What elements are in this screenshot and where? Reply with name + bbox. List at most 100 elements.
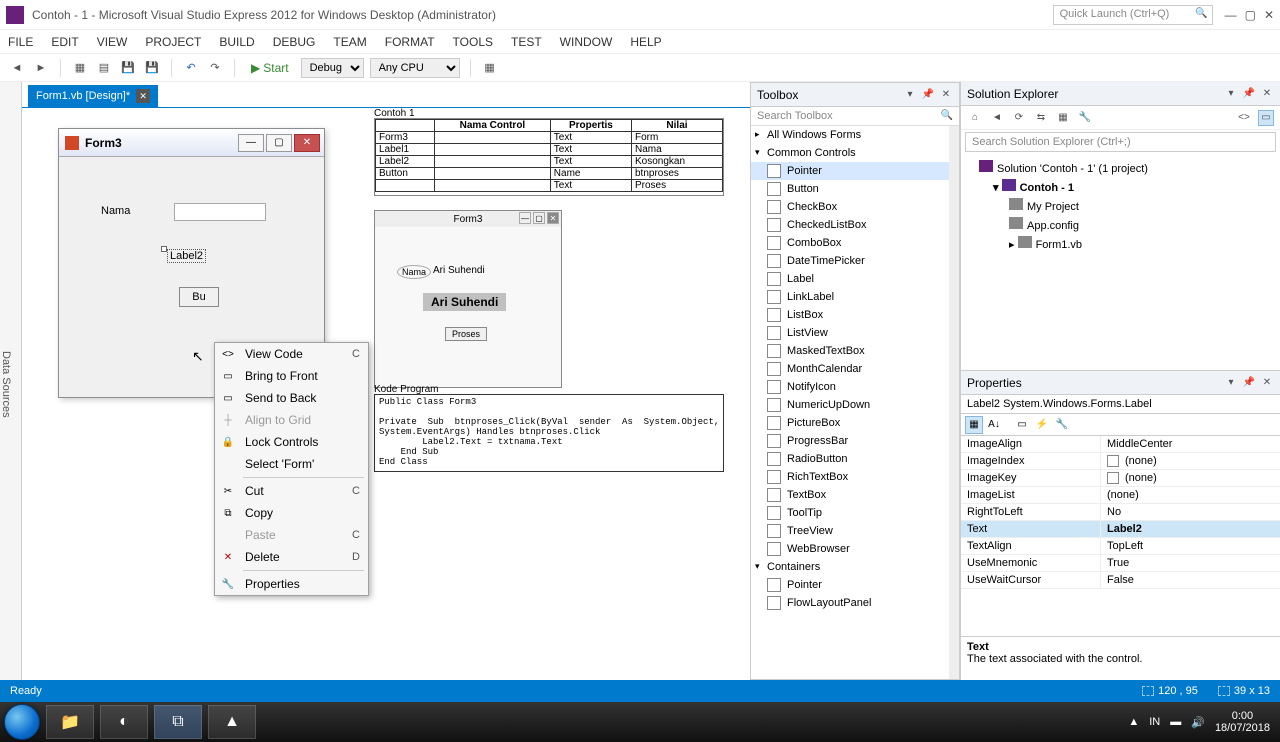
close-button[interactable]: ✕ (1264, 8, 1274, 22)
toolbox-group-common[interactable]: Common Controls (751, 144, 959, 162)
maximize-button[interactable]: ▢ (1245, 8, 1256, 22)
prop-row-imagealign[interactable]: ImageAlignMiddleCenter (961, 436, 1280, 453)
label-nama[interactable]: Nama (101, 205, 130, 217)
sol-props-icon[interactable]: 🔧 (1077, 110, 1093, 126)
props-pin-icon[interactable]: 📌 (1242, 376, 1256, 390)
menu-project[interactable]: PROJECT (145, 35, 201, 49)
toolbox-pin-icon[interactable]: 📌 (921, 88, 935, 102)
start-button[interactable]: ▶Start (245, 61, 295, 75)
toolbox-group-allforms[interactable]: All Windows Forms (751, 126, 959, 144)
tray-lang[interactable]: IN (1149, 716, 1160, 728)
open-file-button[interactable]: ▤ (95, 59, 113, 77)
menu-window[interactable]: WINDOW (560, 35, 613, 49)
platform-select[interactable]: Any CPU (370, 58, 460, 78)
solution-item[interactable]: App.config (965, 215, 1276, 234)
toolbox-radiobutton[interactable]: RadioButton (751, 450, 959, 468)
ctx-bring-to-front[interactable]: ▭Bring to Front (215, 365, 368, 387)
toolbox-dropdown-icon[interactable]: ▾ (903, 88, 917, 102)
toolbox-close-icon[interactable]: ✕ (939, 88, 953, 102)
textbox-nama[interactable] (174, 203, 266, 221)
form-close-button[interactable]: ✕ (294, 134, 320, 152)
taskbar-vs[interactable]: ⧉ (154, 705, 202, 739)
save-all-button[interactable]: 💾 (143, 59, 161, 77)
ctx-view-code[interactable]: <>View CodeC (215, 343, 368, 365)
sol-refresh-icon[interactable]: ⟳ (1011, 110, 1027, 126)
tray-date[interactable]: 18/07/2018 (1215, 722, 1270, 734)
toolbox-flowlayoutpanel[interactable]: FlowLayoutPanel (751, 594, 959, 612)
props-properties-icon[interactable]: ▭ (1013, 416, 1031, 434)
ctx-properties[interactable]: 🔧Properties (215, 573, 368, 595)
toolbox-datetimepicker[interactable]: DateTimePicker (751, 252, 959, 270)
toolbox-pointer[interactable]: Pointer (751, 576, 959, 594)
toolbox-listview[interactable]: ListView (751, 324, 959, 342)
menu-view[interactable]: VIEW (97, 35, 128, 49)
toolbox-search-input[interactable]: Search Toolbox (751, 107, 959, 126)
undo-button[interactable]: ↶ (182, 59, 200, 77)
solution-tree[interactable]: Solution 'Contoh - 1' (1 project) ▾ Cont… (961, 154, 1280, 370)
sol-showall-icon[interactable]: ▦ (1055, 110, 1071, 126)
proses-button[interactable]: Bu (179, 287, 219, 307)
prop-row-imagekey[interactable]: ImageKey(none) (961, 470, 1280, 487)
tray-time[interactable]: 0:00 (1215, 710, 1270, 722)
quick-launch-input[interactable]: Quick Launch (Ctrl+Q) (1053, 5, 1213, 25)
toolbox-treeview[interactable]: TreeView (751, 522, 959, 540)
doc-tab-close[interactable]: ✕ (136, 89, 150, 103)
toolbox-checkbox[interactable]: CheckBox (751, 198, 959, 216)
menu-edit[interactable]: EDIT (51, 35, 78, 49)
toolbox-picturebox[interactable]: PictureBox (751, 414, 959, 432)
sol-design-icon[interactable]: ▭ (1258, 110, 1274, 126)
properties-object[interactable]: Label2 System.Windows.Forms.Label (961, 395, 1280, 414)
prop-row-righttoleft[interactable]: RightToLeftNo (961, 504, 1280, 521)
prop-row-usewaitcursor[interactable]: UseWaitCursorFalse (961, 572, 1280, 589)
menu-test[interactable]: TEST (511, 35, 542, 49)
solution-close-icon[interactable]: ✕ (1260, 87, 1274, 101)
prop-row-text[interactable]: TextLabel2 (961, 521, 1280, 538)
solution-pin-icon[interactable]: 📌 (1242, 87, 1256, 101)
tray-volume-icon[interactable]: 🔊 (1191, 716, 1205, 729)
start-orb-button[interactable] (4, 704, 40, 740)
menu-debug[interactable]: DEBUG (273, 35, 316, 49)
new-project-button[interactable]: ▦ (71, 59, 89, 77)
form-maximize-button[interactable]: ▢ (266, 134, 292, 152)
prop-row-usemnemonic[interactable]: UseMnemonicTrue (961, 555, 1280, 572)
toolbox-pointer[interactable]: Pointer (751, 162, 959, 180)
taskbar-chrome[interactable]: ◐ (100, 705, 148, 739)
toolbox-richtextbox[interactable]: RichTextBox (751, 468, 959, 486)
props-events-icon[interactable]: ⚡ (1033, 416, 1051, 434)
toolbox-textbox[interactable]: TextBox (751, 486, 959, 504)
ctx-send-to-back[interactable]: ▭Send to Back (215, 387, 368, 409)
toolbox-button[interactable]: Button (751, 180, 959, 198)
ctx-lock-controls[interactable]: 🔒Lock Controls (215, 431, 368, 453)
menu-format[interactable]: FORMAT (385, 35, 435, 49)
solution-item[interactable]: My Project (965, 196, 1276, 215)
toolbox-webbrowser[interactable]: WebBrowser (751, 540, 959, 558)
menu-tools[interactable]: TOOLS (453, 35, 493, 49)
menu-team[interactable]: TEAM (333, 35, 366, 49)
save-button[interactable]: 💾 (119, 59, 137, 77)
toolbox-listbox[interactable]: ListBox (751, 306, 959, 324)
tray-flag-icon[interactable]: ▲ (1128, 716, 1139, 728)
props-dropdown-icon[interactable]: ▾ (1224, 376, 1238, 390)
toolbox-group-containers[interactable]: Containers (751, 558, 959, 576)
tray-network-icon[interactable]: ▬ (1170, 716, 1181, 728)
solution-search-input[interactable]: Search Solution Explorer (Ctrl+;) (965, 132, 1276, 152)
props-pages-icon[interactable]: 🔧 (1053, 416, 1071, 434)
taskbar-explorer[interactable]: 📁 (46, 705, 94, 739)
props-categorized-icon[interactable]: ▦ (965, 416, 983, 434)
toolbox-tooltip[interactable]: ToolTip (751, 504, 959, 522)
nav-fwd-button[interactable]: ► (32, 59, 50, 77)
ctx-cut[interactable]: ✂CutC (215, 480, 368, 502)
toolbox-label[interactable]: Label (751, 270, 959, 288)
ctx-delete[interactable]: ✕DeleteD (215, 546, 368, 568)
props-alpha-icon[interactable]: A↓ (985, 416, 1003, 434)
designer-canvas[interactable]: Form3 — ▢ ✕ Nama Label2 Bu ↖ <>View (22, 108, 750, 680)
toolbox-checkedlistbox[interactable]: CheckedListBox (751, 216, 959, 234)
menu-file[interactable]: FILE (8, 35, 33, 49)
taskbar-vlc[interactable]: ▲ (208, 705, 256, 739)
prop-row-imageindex[interactable]: ImageIndex(none) (961, 453, 1280, 470)
sol-code-icon[interactable]: <> (1236, 110, 1252, 126)
nav-back-button[interactable]: ◄ (8, 59, 26, 77)
ctx-select-form-[interactable]: Select 'Form' (215, 453, 368, 475)
props-close-icon[interactable]: ✕ (1260, 376, 1274, 390)
solution-dropdown-icon[interactable]: ▾ (1224, 87, 1238, 101)
